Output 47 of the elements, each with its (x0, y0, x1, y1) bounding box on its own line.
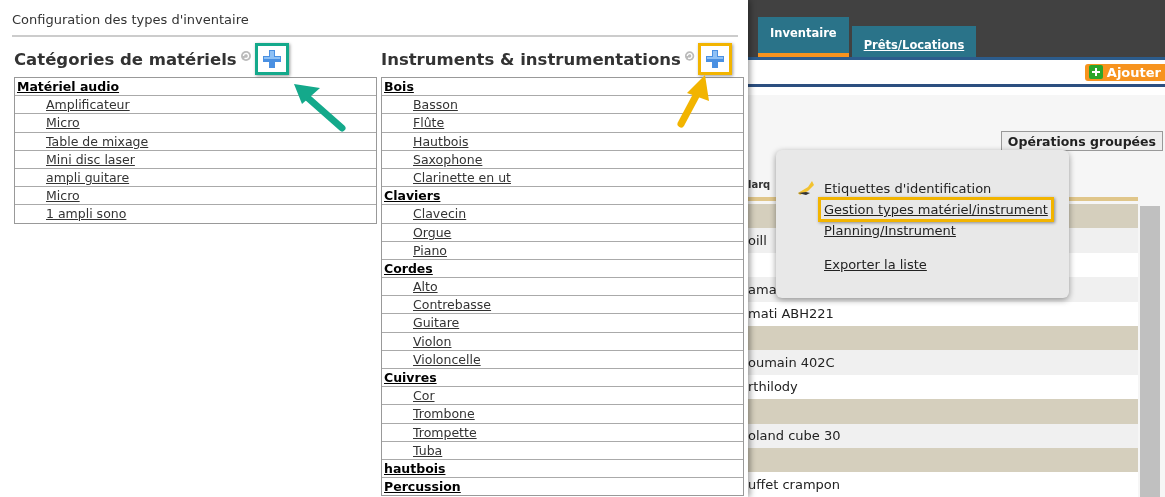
type-link[interactable]: Orgue (382, 224, 452, 240)
table-cell: oill (748, 233, 767, 249)
bulk-operations-button[interactable]: Opérations groupées (1000, 131, 1163, 151)
type-link[interactable]: Trombone (382, 406, 475, 422)
type-link[interactable]: Flûte (382, 115, 445, 131)
nav-tab[interactable]: Inventaire (758, 17, 849, 57)
table-cell: oumain 402C (748, 355, 835, 371)
type-link[interactable]: Micro (15, 188, 80, 204)
type-link[interactable]: Violon (382, 333, 452, 349)
column-header: larq (748, 178, 771, 190)
type-link[interactable]: Tuba (382, 442, 443, 458)
type-link[interactable]: Table de mixage (15, 133, 149, 149)
type-link[interactable]: Basson (382, 97, 458, 113)
type-link[interactable]: Hautbois (382, 133, 469, 149)
type-link[interactable]: 1 ampli sono (15, 206, 127, 222)
type-link[interactable]: Amplificateur (15, 97, 130, 113)
type-link[interactable]: Mini disc laser (15, 151, 135, 167)
category-link[interactable]: Cordes (382, 260, 433, 276)
section-heading: Catégories de matériels (14, 49, 237, 69)
type-link[interactable]: Saxophone (382, 151, 483, 167)
menu-item[interactable]: Exporter la liste (818, 252, 933, 277)
table-cell: oland cube 30 (748, 428, 841, 444)
category-link[interactable]: Claviers (382, 188, 441, 204)
category-link[interactable]: Percussion (382, 479, 461, 495)
type-link[interactable]: ampli guitare (15, 169, 130, 185)
type-link[interactable]: Contrebasse (382, 297, 492, 313)
category-link[interactable]: Bois (382, 79, 414, 94)
table-cell: uffet crampon (748, 477, 840, 492)
type-link[interactable]: Piano (382, 242, 447, 258)
menu-item[interactable]: Gestion types matériel/instrument (818, 197, 1054, 222)
dialog-title: Configuration des types d'inventaire (12, 12, 738, 37)
type-link[interactable]: Violoncelle (382, 351, 481, 367)
type-link[interactable]: Trompette (382, 424, 477, 440)
section-heading: Instruments & instrumentations (381, 49, 681, 69)
table-cell: mati ABH221 (748, 306, 834, 322)
category-link[interactable]: Cuivres (382, 370, 437, 385)
category-link[interactable]: Matériel audio (15, 79, 120, 94)
table-cell: ama (748, 281, 777, 297)
type-link[interactable]: Cor (382, 388, 435, 404)
type-link[interactable]: Guitare (382, 315, 460, 331)
type-link[interactable]: Clarinette en ut (382, 169, 511, 185)
type-link[interactable]: Micro (15, 115, 80, 131)
nav-tab[interactable]: Prêts/Locations (851, 26, 977, 57)
table-cell: rthilody (748, 379, 798, 395)
type-link[interactable]: Alto (382, 279, 438, 295)
category-link[interactable]: hautbois (382, 460, 446, 476)
type-link[interactable]: Clavecin (382, 206, 467, 222)
